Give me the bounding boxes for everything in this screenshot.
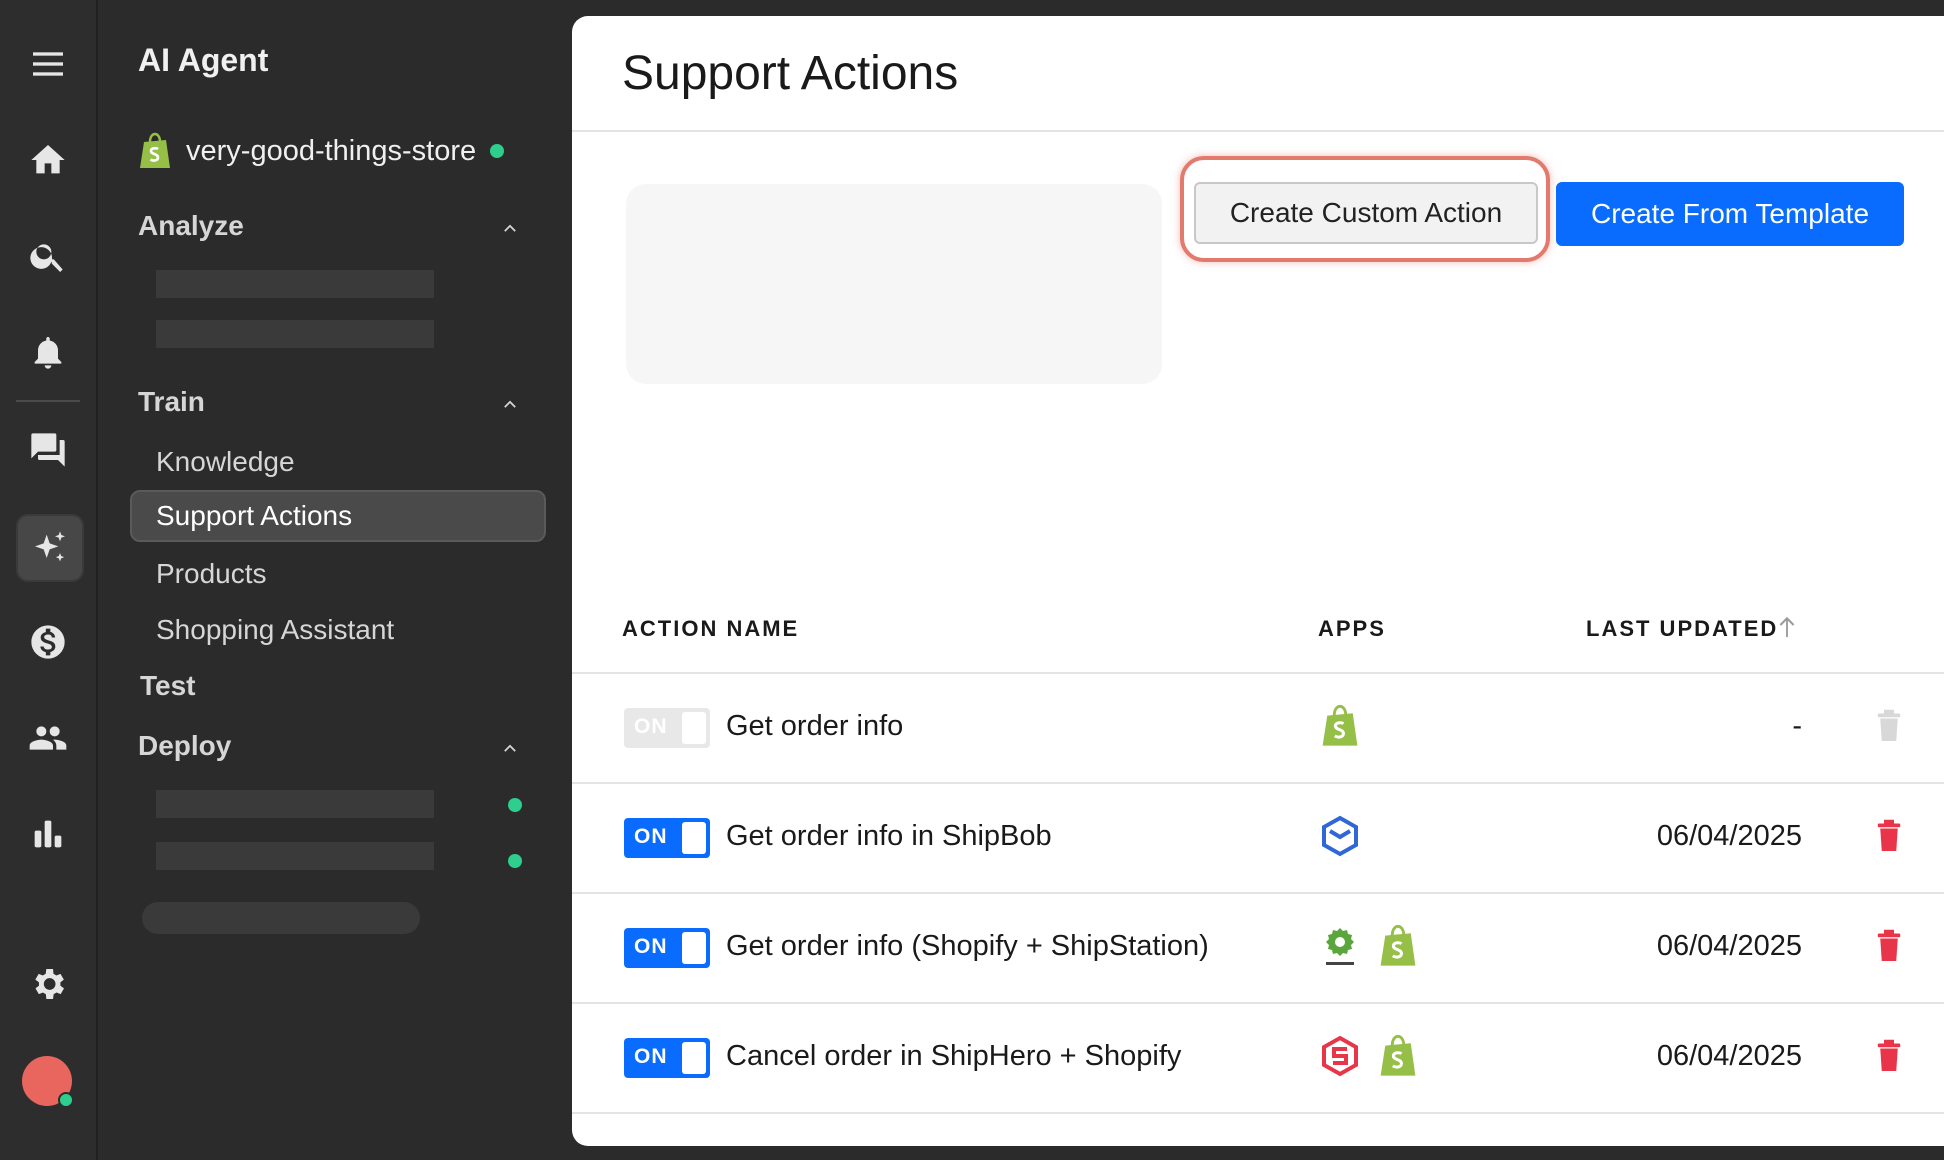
skeleton-line	[156, 270, 434, 298]
action-name[interactable]: Get order info (Shopify + ShipStation)	[726, 930, 1209, 963]
trash-icon[interactable]	[1874, 708, 1904, 744]
search-icon[interactable]	[16, 224, 80, 288]
deploy-status-dot	[508, 798, 522, 812]
sparkle-icon[interactable]	[16, 514, 84, 582]
menu-icon[interactable]	[16, 32, 80, 96]
sidebar-title: AI Agent	[138, 42, 269, 78]
chevron-up-icon[interactable]	[500, 218, 520, 238]
chevron-up-icon[interactable]	[500, 394, 520, 414]
store-selector[interactable]: very-good-things-store	[138, 132, 505, 170]
home-icon[interactable]	[16, 128, 80, 192]
trash-icon[interactable]	[1874, 818, 1904, 854]
last-updated: 06/04/2025	[1656, 820, 1802, 852]
nav-sidebar: AI Agent very-good-things-store Analyze …	[98, 0, 572, 1160]
shopify-icon	[1380, 924, 1416, 966]
table-row[interactable]: ON Get order info in ShipBob 06/04/2025	[572, 784, 1944, 892]
chevron-up-icon[interactable]	[500, 738, 520, 758]
shopify-icon	[1380, 1034, 1416, 1076]
create-from-template-button[interactable]: Create From Template	[1556, 182, 1904, 246]
trash-icon[interactable]	[1874, 928, 1904, 964]
skeleton-line	[156, 320, 434, 348]
shiphero-icon	[1322, 1035, 1358, 1077]
divider	[572, 130, 1944, 132]
icon-rail	[0, 0, 98, 1160]
last-updated: 06/04/2025	[1656, 930, 1802, 962]
action-toggle[interactable]: ON	[624, 1038, 710, 1078]
chat-icon[interactable]	[16, 418, 80, 482]
rail-divider	[16, 400, 80, 402]
action-toggle[interactable]: ON	[624, 708, 710, 748]
shipbob-icon	[1322, 815, 1358, 857]
store-name: very-good-things-store	[186, 134, 477, 167]
divider	[572, 1112, 1944, 1114]
section-deploy[interactable]: Deploy	[138, 730, 231, 762]
main-panel: Support Actions Create Custom Action Cre…	[572, 16, 1944, 1146]
column-header-apps: APPS	[1318, 616, 1386, 641]
sidebar-item-support-actions[interactable]: Support Actions	[130, 490, 546, 542]
gear-icon[interactable]	[16, 952, 80, 1016]
last-updated: 06/04/2025	[1656, 1040, 1802, 1072]
dollar-icon[interactable]	[16, 610, 80, 674]
action-name[interactable]: Get order info	[726, 710, 903, 743]
sort-arrow-up-icon[interactable]	[1776, 614, 1798, 640]
sidebar-item-shopping-assistant[interactable]: Shopping Assistant	[156, 614, 394, 646]
table-row[interactable]: ON Get order info (Shopify + ShipStation…	[572, 894, 1944, 1002]
online-status-dot	[58, 1092, 74, 1108]
last-updated: -	[1792, 710, 1802, 742]
sidebar-item-products[interactable]: Products	[156, 558, 267, 590]
placeholder-card	[626, 184, 1162, 384]
store-status-dot	[490, 144, 505, 158]
page-title: Support Actions	[622, 47, 959, 100]
shopify-icon	[1322, 704, 1358, 746]
skeleton-pill	[142, 902, 420, 934]
create-custom-action-button[interactable]: Create Custom Action	[1194, 182, 1538, 244]
deploy-status-dot	[508, 854, 522, 868]
chart-icon[interactable]	[16, 802, 80, 866]
shipstation-icon	[1326, 928, 1354, 965]
shopify-icon	[140, 132, 170, 168]
column-header-action-name[interactable]: ACTION NAME	[622, 616, 799, 642]
trash-icon[interactable]	[1874, 1038, 1904, 1074]
action-toggle[interactable]: ON	[624, 818, 710, 858]
section-train[interactable]: Train	[138, 386, 205, 418]
table-row[interactable]: ON Cancel order in ShipHero + Shopify 06…	[572, 1004, 1944, 1112]
action-name[interactable]: Cancel order in ShipHero + Shopify	[726, 1040, 1181, 1073]
column-header-last-updated[interactable]: LAST UPDATED	[1586, 616, 1778, 642]
section-analyze[interactable]: Analyze	[138, 210, 244, 242]
sidebar-item-knowledge[interactable]: Knowledge	[156, 446, 295, 478]
action-name[interactable]: Get order info in ShipBob	[726, 820, 1052, 853]
section-test[interactable]: Test	[140, 670, 196, 702]
people-icon[interactable]	[16, 706, 80, 770]
table-row[interactable]: ON Get order info -	[572, 674, 1944, 782]
bell-icon[interactable]	[16, 320, 80, 384]
skeleton-line	[156, 790, 434, 818]
action-toggle[interactable]: ON	[624, 928, 710, 968]
skeleton-line	[156, 842, 434, 870]
